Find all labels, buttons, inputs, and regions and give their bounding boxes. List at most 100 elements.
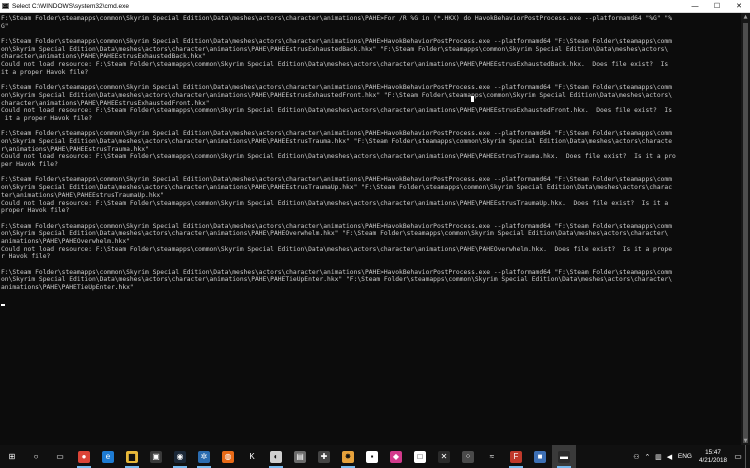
steam-icon: ◉: [174, 450, 186, 463]
dots-icon: ⁘: [462, 450, 474, 463]
taskbar-app-candy-button[interactable]: ◆: [384, 445, 408, 468]
console-line: character\animations\PAHE\PAHEEstrusExha…: [1, 53, 206, 61]
taskbar-app-red-f-button[interactable]: F: [504, 445, 528, 468]
taskbar-app-star-button[interactable]: ✸: [336, 445, 360, 468]
console-line: on\Skyrim Special Edition\Data\meshes\ac…: [1, 45, 669, 53]
people-icon[interactable]: ⚇: [631, 445, 642, 468]
vertical-scrollbar[interactable]: ▲ ▼: [741, 13, 750, 445]
console-line: on\Skyrim Special Edition\Data\meshes\ac…: [1, 276, 673, 284]
cmd-icon: ▬: [558, 450, 570, 463]
console-line: Could not load resource: F:\Steam Folder…: [1, 245, 673, 253]
taskbar-edge-button[interactable]: e: [96, 445, 120, 468]
taskbar-app-bubble-button[interactable]: ◐: [264, 445, 288, 468]
scroll-thumb[interactable]: [743, 23, 748, 443]
clock[interactable]: 15:47 4/21/2018: [695, 449, 731, 465]
taskbar-app-wave-button[interactable]: ≈: [480, 445, 504, 468]
taskbar-app-controller-button[interactable]: ✚: [312, 445, 336, 468]
console-line: ter\animations\PAHE\PAHEEstrusTraumaUp.h…: [1, 191, 165, 199]
console-line: F:\Steam Folder\steamapps\common\Skyrim …: [1, 176, 673, 184]
console-line: F:\Steam Folder\steamapps\common\Skyrim …: [1, 15, 673, 22]
taskbar-app-k-button[interactable]: K: [240, 445, 264, 468]
taskbar-app-square-dot-button[interactable]: ▪: [360, 445, 384, 468]
taskbar-start-button[interactable]: ⊞: [0, 445, 24, 468]
gear-icon: ✲: [198, 450, 210, 463]
taskbar-app-square-outline-button[interactable]: □: [408, 445, 432, 468]
scroll-down-arrow-icon[interactable]: ▼: [741, 437, 750, 445]
console-line: character\animations\PAHE\PAHEEstrusExha…: [1, 99, 210, 107]
taskbar-cmd-button[interactable]: ▬: [552, 445, 576, 468]
windows-logo-icon: ⊞: [8, 451, 16, 461]
orange-circle-icon: ◍: [222, 450, 234, 463]
console-line: Could not load resource: F:\Steam Folder…: [1, 61, 669, 69]
console-line: on\Skyrim Special Edition\Data\meshes\ac…: [1, 230, 669, 238]
edge-icon: e: [102, 450, 114, 463]
taskbar-app-orange-circle-button[interactable]: ◍: [216, 445, 240, 468]
console-line: on\Skyrim Special Edition\Data\meshes\ac…: [1, 184, 673, 192]
taskbar: ⊞ ○ ▭ ● e ▆ ▣ ◉ ✲ ◍ K ◐ ▤ ✚ ✸ ▪ ◆ □ ✕ ⁘ ≈ F ■ ▬ ⚇ ⌃ ▥ ◀ ENG 15:47 …: [0, 445, 750, 468]
square-dot-icon: ▪: [366, 450, 378, 463]
folder-icon: ▆: [126, 450, 138, 463]
wave-icon: ≈: [489, 451, 495, 461]
console-line: Could not load resource: F:\Steam Folder…: [1, 107, 673, 115]
taskbar-app-blue-gear-button[interactable]: ✲: [192, 445, 216, 468]
system-tray: ⚇ ⌃ ▥ ◀ ENG 15:47 4/21/2018 ▭: [631, 445, 750, 468]
console-line: it a proper Havok file?: [1, 68, 89, 76]
console-line: F:\Steam Folder\steamapps\common\Skyrim …: [1, 84, 673, 92]
taskbar-search-button[interactable]: ○: [24, 445, 48, 468]
taskbar-file-explorer-button[interactable]: ▆: [120, 445, 144, 468]
minimize-button[interactable]: —: [684, 0, 706, 12]
close-button[interactable]: ✕: [728, 0, 750, 12]
console-line: proper Havok file?: [1, 207, 70, 215]
console-line: G": [1, 22, 9, 30]
taskbar-app-blue-square-button[interactable]: ■: [528, 445, 552, 468]
scroll-up-arrow-icon[interactable]: ▲: [741, 13, 750, 21]
console-line: animations\PAHE\PAHETieUpEnter.hkx": [1, 284, 134, 292]
clock-time: 15:47: [705, 448, 721, 456]
show-desktop-button[interactable]: [745, 445, 750, 468]
taskbar-task-view-button[interactable]: ▭: [48, 445, 72, 468]
console-line: r Havok file?: [1, 253, 51, 261]
taskbar-steam-button[interactable]: ◉: [168, 445, 192, 468]
console-line: F:\Steam Folder\steamapps\common\Skyrim …: [1, 268, 673, 276]
cmd-app-icon[interactable]: C:\: [2, 3, 9, 9]
volume-icon[interactable]: ◀: [664, 445, 675, 468]
monitor-icon: ▤: [294, 450, 306, 463]
gamepad-icon: ✚: [318, 450, 330, 463]
taskbar-app-monitor-button[interactable]: ▤: [288, 445, 312, 468]
text-selection-cursor: [471, 96, 474, 102]
console-line: it a proper Havok file?: [1, 114, 92, 122]
square-outline-icon: □: [414, 450, 426, 463]
window-title: Select C:\WINDOWS\system32\cmd.exe: [12, 2, 130, 10]
console-line: r\animations\PAHE\PAHEEstrusTrauma.hkx": [1, 145, 149, 153]
console-line: per Havok file?: [1, 161, 58, 169]
language-indicator[interactable]: ENG: [675, 453, 695, 460]
prompt-cursor-row: [1, 299, 740, 307]
network-icon[interactable]: ▥: [653, 445, 664, 468]
title-bar[interactable]: C:\ Select C:\WINDOWS\system32\cmd.exe —…: [0, 0, 750, 13]
chrome-icon: ●: [78, 450, 90, 463]
console-output[interactable]: F:\Steam Folder\steamapps\common\Skyrim …: [0, 13, 740, 445]
taskbar-chrome-button[interactable]: ●: [72, 445, 96, 468]
taskbar-app-dots-button[interactable]: ⁘: [456, 445, 480, 468]
console-line: on\Skyrim Special Edition\Data\meshes\ac…: [1, 91, 673, 99]
taskbar-store-button[interactable]: ▣: [144, 445, 168, 468]
cortana-icon: ○: [33, 451, 39, 461]
taskbar-app-x-button[interactable]: ✕: [432, 445, 456, 468]
console-line: animations\PAHE\PAHEOverwhelm.hkx": [1, 237, 130, 245]
speech-bubble-icon: ◐: [270, 450, 282, 463]
tray-icons: ⚇ ⌃ ▥ ◀: [631, 445, 675, 468]
taskbar-apps: ⊞ ○ ▭ ● e ▆ ▣ ◉ ✲ ◍ K ◐ ▤ ✚ ✸ ▪ ◆ □ ✕ ⁘ ≈ F ■ ▬: [0, 445, 576, 468]
candy-icon: ◆: [390, 450, 402, 463]
action-center-icon[interactable]: ▭: [731, 445, 745, 468]
blinking-cursor: [1, 304, 5, 307]
maximize-button[interactable]: ☐: [706, 0, 728, 12]
task-view-icon: ▭: [56, 451, 64, 461]
chevron-up-icon[interactable]: ⌃: [642, 445, 653, 468]
console-line: Could not load resource: F:\Steam Folder…: [1, 153, 676, 161]
red-f-icon: F: [510, 450, 522, 463]
k-letter-icon: K: [249, 451, 255, 461]
